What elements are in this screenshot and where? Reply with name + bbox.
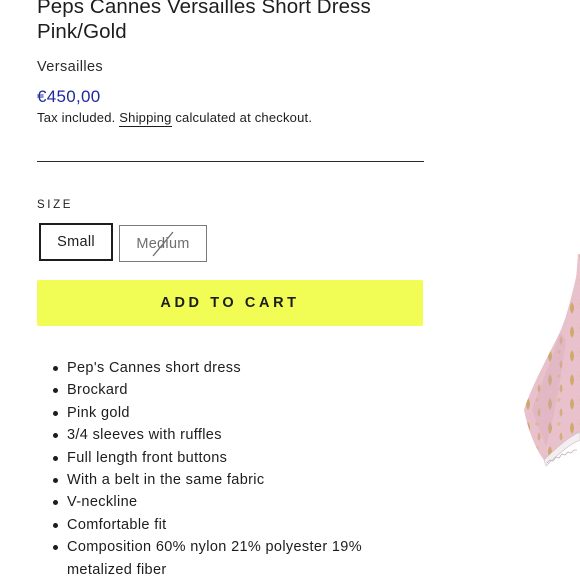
size-option-label: Small [57,234,95,250]
product-page: Peps Cannes Versailles Short Dress Pink/… [0,0,580,580]
size-label: SIZE [37,199,73,211]
list-item: Pep's Cannes short dress [37,357,427,379]
sold-out-strike [152,231,174,257]
dress-image [524,254,580,467]
list-item: Comfortable fit [37,514,427,536]
tax-note-prefix: Tax included. [37,110,116,125]
feature-list: Pep's Cannes short dress Brockard Pink g… [37,357,427,580]
product-vendor: Versailles [37,59,104,75]
list-item: Brockard [37,379,427,401]
product-image[interactable] [500,250,580,490]
shipping-link[interactable]: Shipping [119,110,172,127]
add-to-cart-button[interactable]: ADD TO CART [37,280,423,326]
list-item: 3/4 sleeves with ruffles [37,424,427,446]
divider [37,161,424,162]
tax-note: Tax included. Shipping calculated at che… [37,110,313,127]
list-item: Pink gold [37,402,427,424]
list-item: Composition 60% nylon 21% polyester 19% … [37,536,427,580]
size-option-small[interactable]: Small [39,223,113,261]
list-item: Full length front buttons [37,447,427,469]
tax-note-suffix: calculated at checkout. [175,110,313,125]
product-title: Peps Cannes Versailles Short Dress Pink/… [37,0,371,43]
size-option-medium[interactable]: Medium [119,225,207,262]
product-price: €450,00 [37,87,101,106]
list-item: With a belt in the same fabric [37,469,427,491]
list-item: V-neckline [37,491,427,513]
